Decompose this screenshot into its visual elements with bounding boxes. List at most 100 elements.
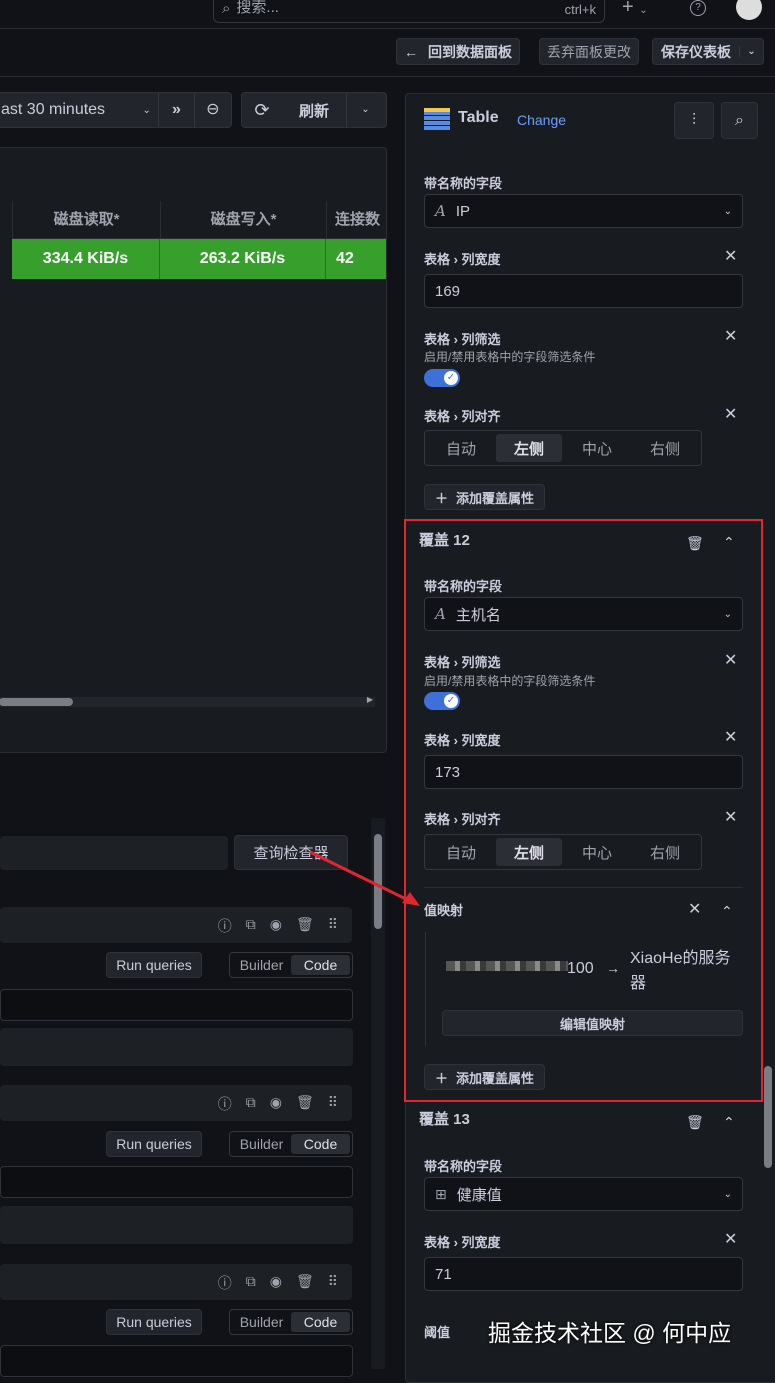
remove-property-icon[interactable]: ✕ [724, 807, 737, 827]
table-row: 334.4 KiB/s 263.2 KiB/s 42 [12, 239, 386, 279]
query-options[interactable] [0, 1028, 353, 1066]
remove-property-icon[interactable]: ✕ [724, 246, 737, 266]
editor-mode-toggle[interactable]: Builder Code [229, 1131, 353, 1157]
table-cell: 334.4 KiB/s [12, 239, 160, 279]
save-dashboard-button[interactable]: 保存仪表板 ⌄ [652, 38, 764, 65]
column-width-input[interactable]: 71 [424, 1257, 743, 1291]
align-left[interactable]: 左侧 [496, 434, 562, 462]
column-width-input[interactable]: 173 [424, 755, 743, 789]
horizontal-scrollbar[interactable]: ▶ [0, 695, 375, 707]
copy-icon[interactable]: ⧉ [246, 916, 256, 936]
refresh-icon: ⟳ [254, 99, 270, 120]
remove-property-icon[interactable]: ✕ [724, 326, 737, 346]
trash-icon[interactable]: 🗑 [296, 916, 314, 936]
trash-icon[interactable]: 🗑 [296, 1094, 314, 1114]
remove-property-icon[interactable]: ✕ [724, 727, 737, 747]
eye-icon[interactable]: ◉ [270, 916, 282, 936]
eye-icon[interactable]: ◉ [270, 1094, 282, 1114]
search-input[interactable]: ⌕ 搜索... ctrl+k [213, 0, 605, 23]
zoom-out-icon[interactable]: ⊖ [193, 93, 231, 127]
add-override-property-button[interactable]: ＋添加覆盖属性 [424, 1064, 546, 1090]
viz-name: Table [458, 109, 499, 126]
column-header[interactable]: 磁盘读取* [12, 201, 160, 238]
run-queries-button[interactable]: Run queries [106, 952, 202, 978]
editor-mode-toggle[interactable]: Builder Code [229, 1309, 353, 1335]
new-button[interactable]: + ⌄ [622, 0, 648, 19]
column-width-input[interactable]: 169 [424, 274, 743, 308]
builder-tab[interactable]: Builder [232, 1312, 291, 1332]
drag-handle-icon[interactable]: ⠿ [328, 916, 338, 936]
forward-icon[interactable]: » [158, 93, 193, 127]
query-row-header: ⓘ ⧉ ◉ 🗑 ⠿ [0, 1264, 352, 1300]
column-align-radio[interactable]: 自动 左侧 中心 右侧 [424, 430, 702, 466]
query-options[interactable] [0, 1206, 353, 1244]
trash-icon[interactable]: 🗑 [296, 1273, 314, 1293]
code-tab[interactable]: Code [291, 1312, 350, 1332]
edit-value-mapping-button[interactable]: 编辑值映射 [442, 1010, 743, 1036]
field-name-select[interactable]: A IP ⌄ [424, 194, 743, 228]
text-field-icon: A [435, 202, 446, 220]
trash-icon[interactable]: 🗑 [686, 535, 704, 552]
back-to-dashboard-button[interactable]: ← 回到数据面板 [396, 38, 520, 65]
time-range-picker[interactable]: ast 30 minutes ⌄ » ⊖ [0, 92, 232, 128]
align-right[interactable]: 右侧 [632, 838, 698, 866]
discard-button[interactable]: 丢弃面板更改 [539, 38, 639, 65]
drag-handle-icon[interactable]: ⠿ [328, 1273, 338, 1293]
column-header[interactable]: 连接数 [326, 201, 386, 238]
help-icon[interactable]: ⓘ [218, 1094, 232, 1114]
column-filter-toggle[interactable] [424, 692, 460, 710]
change-viz-link[interactable]: Change [517, 112, 566, 128]
column-filter-toggle[interactable] [424, 369, 460, 387]
field-name-select[interactable]: A 主机名 ⌄ [424, 597, 743, 631]
remove-property-icon[interactable]: ✕ [724, 1229, 737, 1249]
help-icon[interactable]: ⓘ [218, 1273, 232, 1293]
builder-tab[interactable]: Builder [232, 1134, 291, 1154]
align-center[interactable]: 中心 [564, 434, 630, 462]
query-code-editor[interactable] [0, 1345, 353, 1377]
editor-mode-toggle[interactable]: Builder Code [229, 952, 353, 978]
copy-icon[interactable]: ⧉ [246, 1094, 256, 1114]
trash-icon[interactable]: 🗑 [686, 1114, 704, 1131]
align-auto[interactable]: 自动 [428, 838, 494, 866]
copy-icon[interactable]: ⧉ [246, 1273, 256, 1293]
collapse-icon[interactable]: ⌃ [723, 1114, 735, 1131]
plus-icon: ＋ [435, 1070, 449, 1086]
chevron-down-icon[interactable]: ⌄ [346, 93, 384, 127]
remove-property-icon[interactable]: ✕ [688, 899, 701, 919]
drag-handle-icon[interactable]: ⠿ [328, 1094, 338, 1114]
builder-tab[interactable]: Builder [232, 955, 291, 975]
code-tab[interactable]: Code [291, 1134, 350, 1154]
code-tab[interactable]: Code [291, 955, 350, 975]
chevron-down-icon[interactable]: ⌄ [739, 46, 763, 57]
query-code-editor[interactable] [0, 989, 353, 1021]
remove-property-icon[interactable]: ✕ [724, 650, 737, 670]
add-override-property-button[interactable]: ＋添加覆盖属性 [424, 484, 546, 510]
collapse-icon[interactable]: ⌃ [723, 534, 735, 551]
help-icon[interactable]: ? [690, 0, 706, 16]
column-align-radio[interactable]: 自动 左侧 中心 右侧 [424, 834, 702, 870]
table-viz-icon [424, 108, 450, 130]
table-cell: 42 [326, 239, 386, 279]
query-row-header: ⓘ ⧉ ◉ 🗑 ⠿ [0, 1085, 352, 1121]
refresh-button[interactable]: ⟳ 刷新 ⌄ [241, 92, 387, 128]
chevron-down-icon: ⌄ [142, 104, 151, 116]
column-filter-label: 表格 › 列筛选 [424, 332, 501, 347]
value-mapping-row: 100 → XiaoHe的服务器 [446, 946, 746, 996]
redacted-value [446, 961, 568, 971]
eye-icon[interactable]: ◉ [270, 1273, 282, 1293]
run-queries-button[interactable]: Run queries [106, 1131, 202, 1157]
options-scrollbar[interactable] [764, 150, 774, 1369]
options-toggle-button[interactable]: ⫶ [674, 102, 714, 139]
query-code-editor[interactable] [0, 1166, 353, 1198]
help-icon[interactable]: ⓘ [218, 916, 232, 936]
remove-property-icon[interactable]: ✕ [724, 404, 737, 424]
align-center[interactable]: 中心 [564, 838, 630, 866]
column-header[interactable]: 磁盘写入* [160, 201, 326, 238]
align-auto[interactable]: 自动 [428, 434, 494, 462]
run-queries-button[interactable]: Run queries [106, 1309, 202, 1335]
align-left[interactable]: 左侧 [496, 838, 562, 866]
collapse-icon[interactable]: ⌃ [721, 903, 733, 920]
search-options-button[interactable]: ⌕ [721, 102, 758, 139]
field-name-select[interactable]: ⊞ 健康值 ⌄ [424, 1177, 743, 1211]
align-right[interactable]: 右侧 [632, 434, 698, 462]
